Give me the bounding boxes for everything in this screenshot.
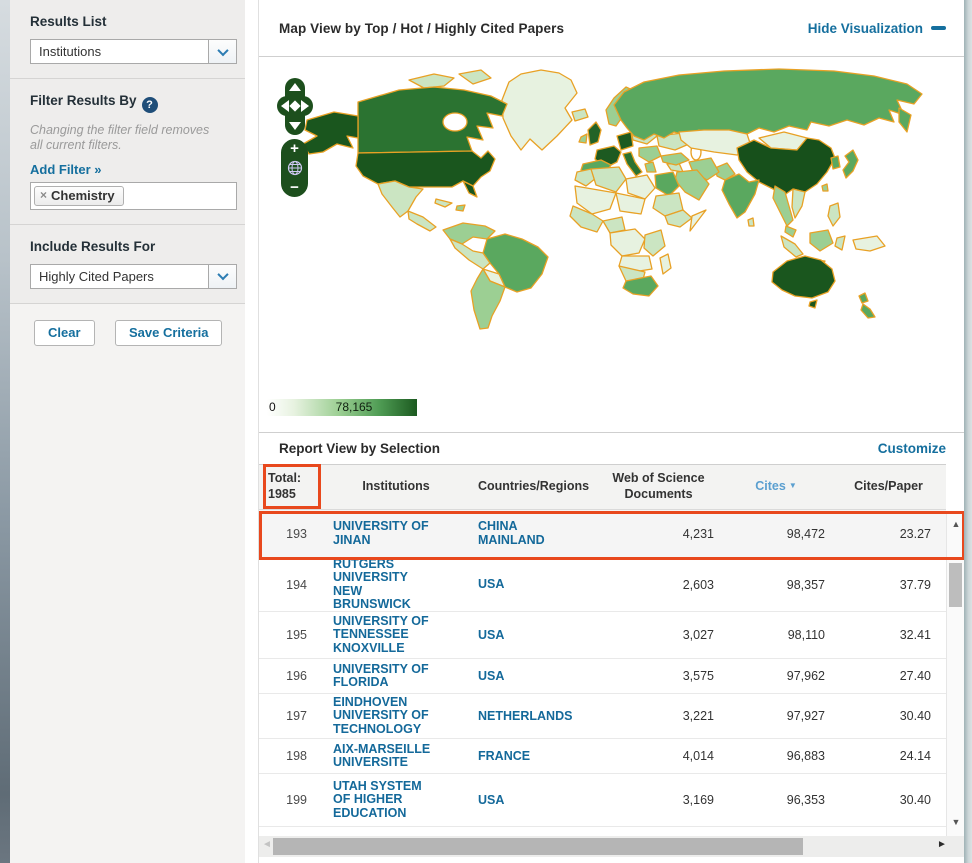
institution-link[interactable]: EINDHOVEN UNIVERSITY OF TECHNOLOGY (333, 696, 439, 736)
country-usa (356, 151, 495, 187)
report-panel-title: Report View by Selection (279, 441, 440, 456)
include-results-dropdown[interactable]: Highly Cited Papers (30, 264, 237, 289)
report-panel-header: Report View by Selection Customize (259, 432, 964, 464)
left-edge-strip (0, 0, 10, 863)
table-row[interactable]: 193 UNIVERSITY OF JINAN CHINA MAINLAND 4… (259, 510, 946, 558)
table-row[interactable]: 197 EINDHOVEN UNIVERSITY OF TECHNOLOGY N… (259, 694, 946, 739)
results-list-section: Results List Institutions (10, 0, 245, 79)
scroll-right-icon[interactable]: ► (937, 839, 947, 850)
chevron-down-icon[interactable] (208, 265, 236, 288)
horizontal-scrollbar[interactable]: ◄ ► (259, 836, 965, 857)
country-link[interactable]: USA (478, 794, 504, 807)
table-row[interactable]: 199 UTAH SYSTEM OF HIGHER EDUCATION USA … (259, 774, 946, 827)
legend-max-label: 78,165 (336, 400, 373, 414)
country-link[interactable]: CHINA MAINLAND (478, 520, 578, 547)
zoom-in-icon[interactable]: + (290, 142, 299, 155)
results-table: 193 UNIVERSITY OF JINAN CHINA MAINLAND 4… (259, 510, 946, 863)
country-canada (358, 87, 507, 153)
vertical-scrollbar[interactable]: ▲ ▼ (946, 511, 964, 836)
include-results-value: Highly Cited Papers (31, 265, 208, 288)
zoom-out-icon[interactable]: − (290, 181, 299, 194)
table-row[interactable]: 195 UNIVERSITY OF TENNESSEE KNOXVILLE US… (259, 612, 946, 659)
institution-link[interactable]: UNIVERSITY OF TENNESSEE KNOXVILLE (333, 615, 439, 655)
institution-link[interactable]: RUTGERS UNIVERSITY NEW BRUNSWICK (333, 558, 439, 611)
map-legend: 0 78,165 (267, 399, 417, 416)
horizontal-scroll-thumb[interactable] (273, 838, 803, 855)
main-panel: Map View by Top / Hot / Highly Cited Pap… (258, 0, 964, 863)
table-row[interactable]: 194 RUTGERS UNIVERSITY NEW BRUNSWICK USA… (259, 558, 946, 612)
column-header-cites-per-paper[interactable]: Cites/Paper (831, 479, 946, 495)
hide-visualization-link[interactable]: Hide Visualization (808, 21, 946, 36)
customize-link[interactable]: Customize (878, 441, 946, 456)
filter-chip-chemistry[interactable]: × Chemistry (34, 186, 124, 206)
map-panel-header: Map View by Top / Hot / Highly Cited Pap… (259, 0, 964, 57)
scroll-left-icon[interactable]: ◄ (262, 839, 272, 850)
map-visualization: + − 0 78,165 (259, 57, 965, 432)
table-header-row: Total: 1985 Institutions Countries/Regio… (259, 464, 946, 510)
pan-left-icon[interactable] (281, 100, 289, 112)
total-count-header: Total: 1985 (259, 471, 321, 502)
country-link[interactable]: USA (478, 670, 504, 683)
table-row[interactable]: 196 UNIVERSITY OF FLORIDA USA 3,575 97,9… (259, 659, 946, 694)
table-row[interactable]: 198 AIX-MARSEILLE UNIVERSITE FRANCE 4,01… (259, 739, 946, 774)
save-criteria-button[interactable]: Save Criteria (115, 320, 223, 346)
countries[interactable] (303, 69, 922, 329)
pan-up-icon[interactable] (289, 83, 301, 91)
country-link[interactable]: USA (478, 578, 504, 591)
add-filter-link[interactable]: Add Filter » (30, 162, 102, 177)
filter-section-title: Filter Results By? (30, 93, 245, 113)
filter-note: Changing the filter field removes all cu… (30, 123, 220, 153)
filter-input[interactable]: × Chemistry (30, 182, 237, 210)
collapse-icon (931, 26, 946, 30)
remove-filter-icon[interactable]: × (40, 188, 47, 202)
column-header-cites-sorted[interactable]: Cites▼ (721, 479, 831, 495)
country-australia (772, 256, 835, 298)
country-link[interactable]: FRANCE (478, 750, 530, 763)
sidebar: Results List Institutions Filter Results… (10, 0, 245, 863)
map-pan-control[interactable] (277, 78, 313, 135)
clear-button[interactable]: Clear (34, 320, 95, 346)
country-egypt (655, 172, 679, 196)
institution-link[interactable]: AIX-MARSEILLE UNIVERSITE (333, 743, 439, 770)
column-header-documents[interactable]: Web of Science Documents (596, 471, 721, 502)
esi-results-page: Results List Institutions Filter Results… (0, 0, 972, 863)
country-new-zealand (859, 293, 868, 303)
globe-icon[interactable] (287, 160, 303, 176)
chevron-down-icon[interactable] (208, 40, 236, 63)
institution-link[interactable]: UNIVERSITY OF JINAN (333, 520, 439, 547)
column-header-countries[interactable]: Countries/Regions (471, 479, 596, 495)
legend-min-label: 0 (269, 400, 276, 414)
include-results-title: Include Results For (30, 239, 245, 254)
include-results-section: Include Results For Highly Cited Papers (10, 225, 245, 304)
results-list-value: Institutions (31, 40, 208, 63)
country-uk (588, 122, 601, 145)
institution-link[interactable]: UTAH SYSTEM OF HIGHER EDUCATION (333, 780, 439, 820)
vertical-scroll-thumb[interactable] (949, 563, 962, 607)
sort-desc-icon: ▼ (789, 481, 797, 490)
right-edge-strip (964, 0, 972, 863)
filter-section: Filter Results By? Changing the filter f… (10, 79, 245, 225)
map-panel-title: Map View by Top / Hot / Highly Cited Pap… (279, 21, 564, 36)
sidebar-buttons: Clear Save Criteria (10, 304, 245, 364)
country-russia (614, 69, 922, 140)
world-map[interactable] (259, 60, 949, 390)
map-zoom-control[interactable]: + − (281, 139, 308, 197)
country-germany (617, 132, 633, 150)
institution-link[interactable]: UNIVERSITY OF FLORIDA (333, 663, 439, 690)
bottom-spacer (259, 857, 965, 863)
pan-down-icon[interactable] (289, 122, 301, 130)
scroll-up-icon[interactable]: ▲ (947, 519, 965, 529)
help-icon[interactable]: ? (142, 97, 158, 113)
scroll-down-icon[interactable]: ▼ (947, 817, 965, 827)
country-greenland (502, 70, 577, 150)
country-link[interactable]: USA (478, 629, 504, 642)
filter-chip-label: Chemistry (51, 188, 115, 203)
results-list-title: Results List (30, 14, 245, 29)
pan-right-icon[interactable] (301, 100, 309, 112)
country-india (722, 174, 759, 218)
column-header-institutions[interactable]: Institutions (321, 479, 471, 495)
results-list-dropdown[interactable]: Institutions (30, 39, 237, 64)
country-japan (843, 150, 858, 178)
country-link[interactable]: NETHERLANDS (478, 710, 572, 723)
